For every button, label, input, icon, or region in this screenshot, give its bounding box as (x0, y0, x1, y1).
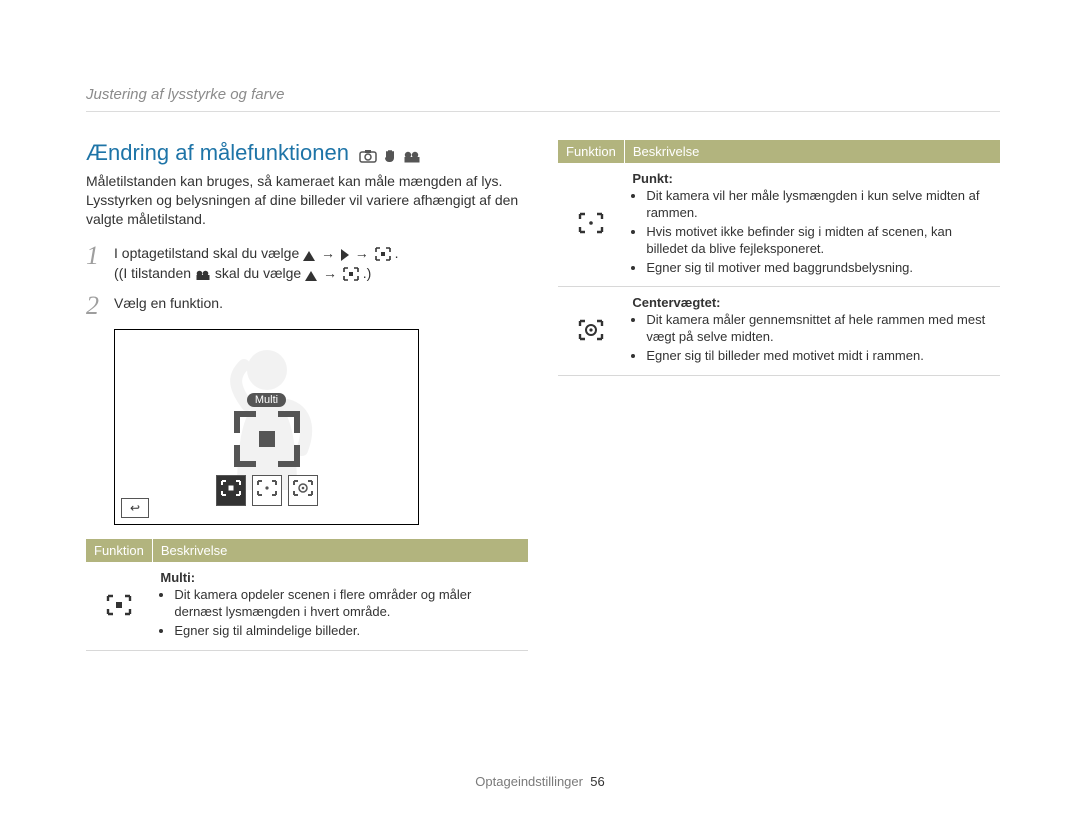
step1-text-b: (I tilstanden (119, 265, 191, 281)
row-title: Centervægtet: (632, 295, 992, 310)
row-bullet: Dit kamera opdeler scenen i flere område… (174, 587, 520, 621)
row-bullet: Hvis motivet ikke befinder sig i midten … (646, 224, 992, 258)
arrow-icon: → (321, 263, 339, 283)
th-funktion: Funktion (86, 539, 152, 562)
step-2: 2 Vælg en funktion. (86, 293, 528, 319)
arrow-icon: → (319, 243, 337, 263)
page-number: 56 (590, 774, 604, 789)
row-bullet: Egner sig til motiver med baggrundsbelys… (646, 260, 992, 277)
center-icon (558, 287, 624, 376)
multi-icon (86, 562, 152, 650)
step-number-2: 2 (86, 293, 104, 319)
breadcrumb: Justering af lysstyrke og farve (86, 86, 1000, 112)
hand-icon (383, 140, 397, 166)
chevron-right-solid-icon (341, 245, 353, 261)
camera-preview: Multi (114, 329, 419, 525)
video-icon (403, 140, 421, 166)
camera-plus-icon (359, 140, 377, 166)
row-bullet: Egner sig til almindelige billeder. (174, 623, 520, 640)
metering-option-multi[interactable] (216, 475, 246, 506)
section-title-text: Ændring af målefunktionen (86, 140, 349, 166)
step1-text-c: skal du vælge (215, 265, 301, 281)
section-title: Ændring af målefunktionen (86, 140, 528, 166)
arrow-icon: → (353, 243, 371, 263)
selected-metering-display: Multi (231, 390, 303, 475)
step2-text: Vælg en funktion. (114, 293, 528, 319)
th-beskrivelse: Beskrivelse (624, 140, 1000, 163)
multi-small-icon (375, 245, 395, 261)
metering-option-punkt[interactable] (252, 475, 282, 506)
step-1: 1 I optagetilstand skal du vælge → → . (86, 243, 528, 284)
video-small-icon (195, 265, 215, 281)
table-row: Multi: Dit kamera opdeler scenen i flere… (86, 562, 528, 650)
table-row: Punkt: Dit kamera vil her måle lysmængde… (558, 163, 1000, 287)
multi-large-icon (231, 408, 303, 470)
left-column: Ændring af målefunktionen Måletilstanden… (86, 140, 528, 651)
page-footer: Optageindstillinger 56 (0, 774, 1080, 789)
punkt-icon (558, 163, 624, 287)
row-bullet: Dit kamera vil her måle lysmængden i kun… (646, 188, 992, 222)
footer-label: Optageindstillinger (475, 774, 583, 789)
multi-small-icon (343, 265, 363, 281)
triangle-up-icon (305, 265, 321, 281)
intro-text: Måletilstanden kan bruges, så kameraet k… (86, 172, 528, 229)
row-bullet: Egner sig til billeder med motivet midt … (646, 348, 992, 365)
table-row: Centervægtet: Dit kamera måler gennemsni… (558, 287, 1000, 376)
row-title: Multi: (160, 570, 520, 585)
back-button[interactable]: ↩ (121, 498, 149, 518)
right-column: Funktion Beskrivelse Punkt: Dit kamera v… (558, 140, 1000, 651)
metering-table-left: Funktion Beskrivelse Multi: Dit kamera o… (86, 539, 528, 651)
triangle-up-icon (303, 245, 319, 261)
step-number-1: 1 (86, 243, 104, 284)
th-beskrivelse: Beskrivelse (152, 539, 528, 562)
step1-text-a: I optagetilstand skal du vælge (114, 245, 299, 261)
metering-options-row (216, 475, 318, 506)
th-funktion: Funktion (558, 140, 624, 163)
metering-option-center[interactable] (288, 475, 318, 506)
multi-label: Multi (247, 393, 286, 407)
row-bullet: Dit kamera måler gennemsnittet af hele r… (646, 312, 992, 346)
metering-table-right: Funktion Beskrivelse Punkt: Dit kamera v… (558, 140, 1000, 376)
mode-icons (359, 140, 421, 166)
row-title: Punkt: (632, 171, 992, 186)
